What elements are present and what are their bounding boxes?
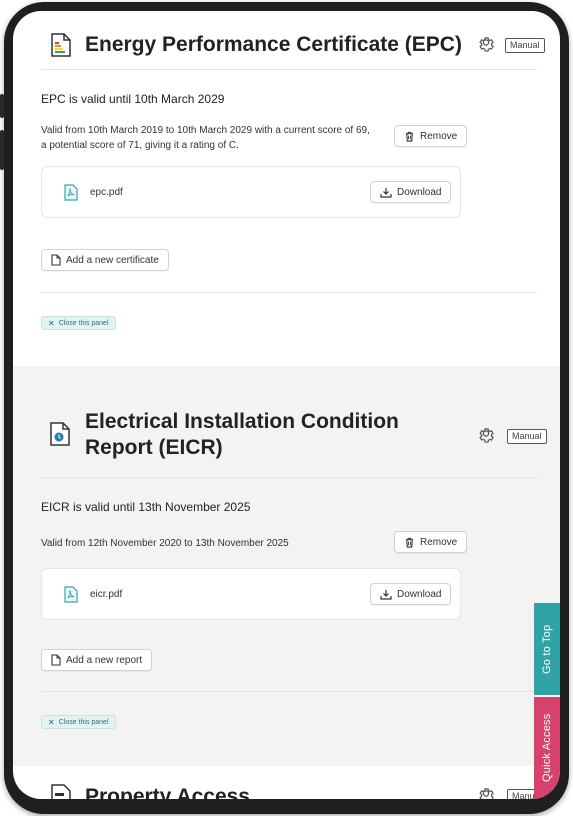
eicr-remove-button[interactable]: Remove xyxy=(394,531,468,553)
eicr-title: Electrical Installation Condition Report… xyxy=(85,410,399,459)
go-to-top-tab[interactable]: Go to Top xyxy=(534,603,560,695)
add-report-button[interactable]: Add a new report xyxy=(41,649,153,671)
epc-panel: Energy Performance Certificate (EPC) Man… xyxy=(13,11,560,366)
quick-access-tab[interactable]: Quick Access xyxy=(534,697,560,799)
add-certificate-label: Add a new certificate xyxy=(66,254,159,266)
download-icon xyxy=(380,589,392,600)
eicr-panel: Electrical Installation Condition Report… xyxy=(13,366,560,766)
new-document-icon xyxy=(51,654,61,666)
epc-file-name[interactable]: epc.pdf xyxy=(90,187,123,198)
add-certificate-button[interactable]: Add a new certificate xyxy=(41,249,169,271)
divider xyxy=(41,691,537,692)
divider xyxy=(41,69,537,70)
trash-icon xyxy=(404,131,415,142)
close-panel-label: Close this panel xyxy=(58,319,109,327)
remove-label: Remove xyxy=(420,130,458,142)
screen: Energy Performance Certificate (EPC) Man… xyxy=(13,11,560,799)
close-panel-label: Close this panel xyxy=(58,718,109,726)
eicr-settings-gear-icon[interactable] xyxy=(477,426,495,444)
epc-document-icon xyxy=(51,33,71,57)
divider xyxy=(41,477,537,478)
eicr-download-button[interactable]: Download xyxy=(370,583,452,605)
property-access-title: Property Access xyxy=(85,785,250,799)
epc-close-panel-button[interactable]: ✕ Close this panel xyxy=(41,316,116,330)
eicr-manual-tag[interactable]: Manual xyxy=(507,429,547,444)
download-icon xyxy=(380,187,392,198)
download-label: Download xyxy=(397,186,442,198)
epc-details-text: Valid from 10th March 2019 to 10th March… xyxy=(41,125,370,151)
device-button xyxy=(0,94,4,118)
add-report-label: Add a new report xyxy=(66,654,143,666)
close-icon: ✕ xyxy=(48,717,55,727)
epc-valid-summary: EPC is valid until 10th March 2029 xyxy=(41,92,225,106)
remove-label: Remove xyxy=(420,536,458,548)
epc-file-card: epc.pdf Download xyxy=(41,166,461,218)
eicr-file-card: eicr.pdf Download xyxy=(41,568,461,620)
device-button xyxy=(0,130,4,170)
property-access-gear-icon[interactable] xyxy=(477,786,495,799)
eicr-close-panel-button[interactable]: ✕ Close this panel xyxy=(41,715,116,729)
eicr-file-name[interactable]: eicr.pdf xyxy=(90,589,122,600)
property-access-icon xyxy=(51,784,71,799)
epc-remove-button[interactable]: Remove xyxy=(394,125,468,147)
close-icon: ✕ xyxy=(48,318,55,328)
epc-download-button[interactable]: Download xyxy=(370,181,452,203)
eicr-details-text: Valid from 12th November 2020 to 13th No… xyxy=(41,538,289,549)
pdf-file-icon[interactable] xyxy=(64,184,78,201)
epc-title: Energy Performance Certificate (EPC) xyxy=(85,33,462,56)
eicr-valid-summary: EICR is valid until 13th November 2025 xyxy=(41,500,251,514)
epc-manual-tag[interactable]: Manual xyxy=(505,38,545,53)
divider xyxy=(41,292,537,293)
pdf-file-icon[interactable] xyxy=(64,586,78,603)
property-access-panel: Property Access Manual xyxy=(13,766,560,799)
new-document-icon xyxy=(51,254,61,266)
trash-icon xyxy=(404,537,415,548)
epc-settings-gear-icon[interactable] xyxy=(477,35,495,53)
eicr-document-icon xyxy=(50,422,70,446)
download-label: Download xyxy=(397,588,442,600)
